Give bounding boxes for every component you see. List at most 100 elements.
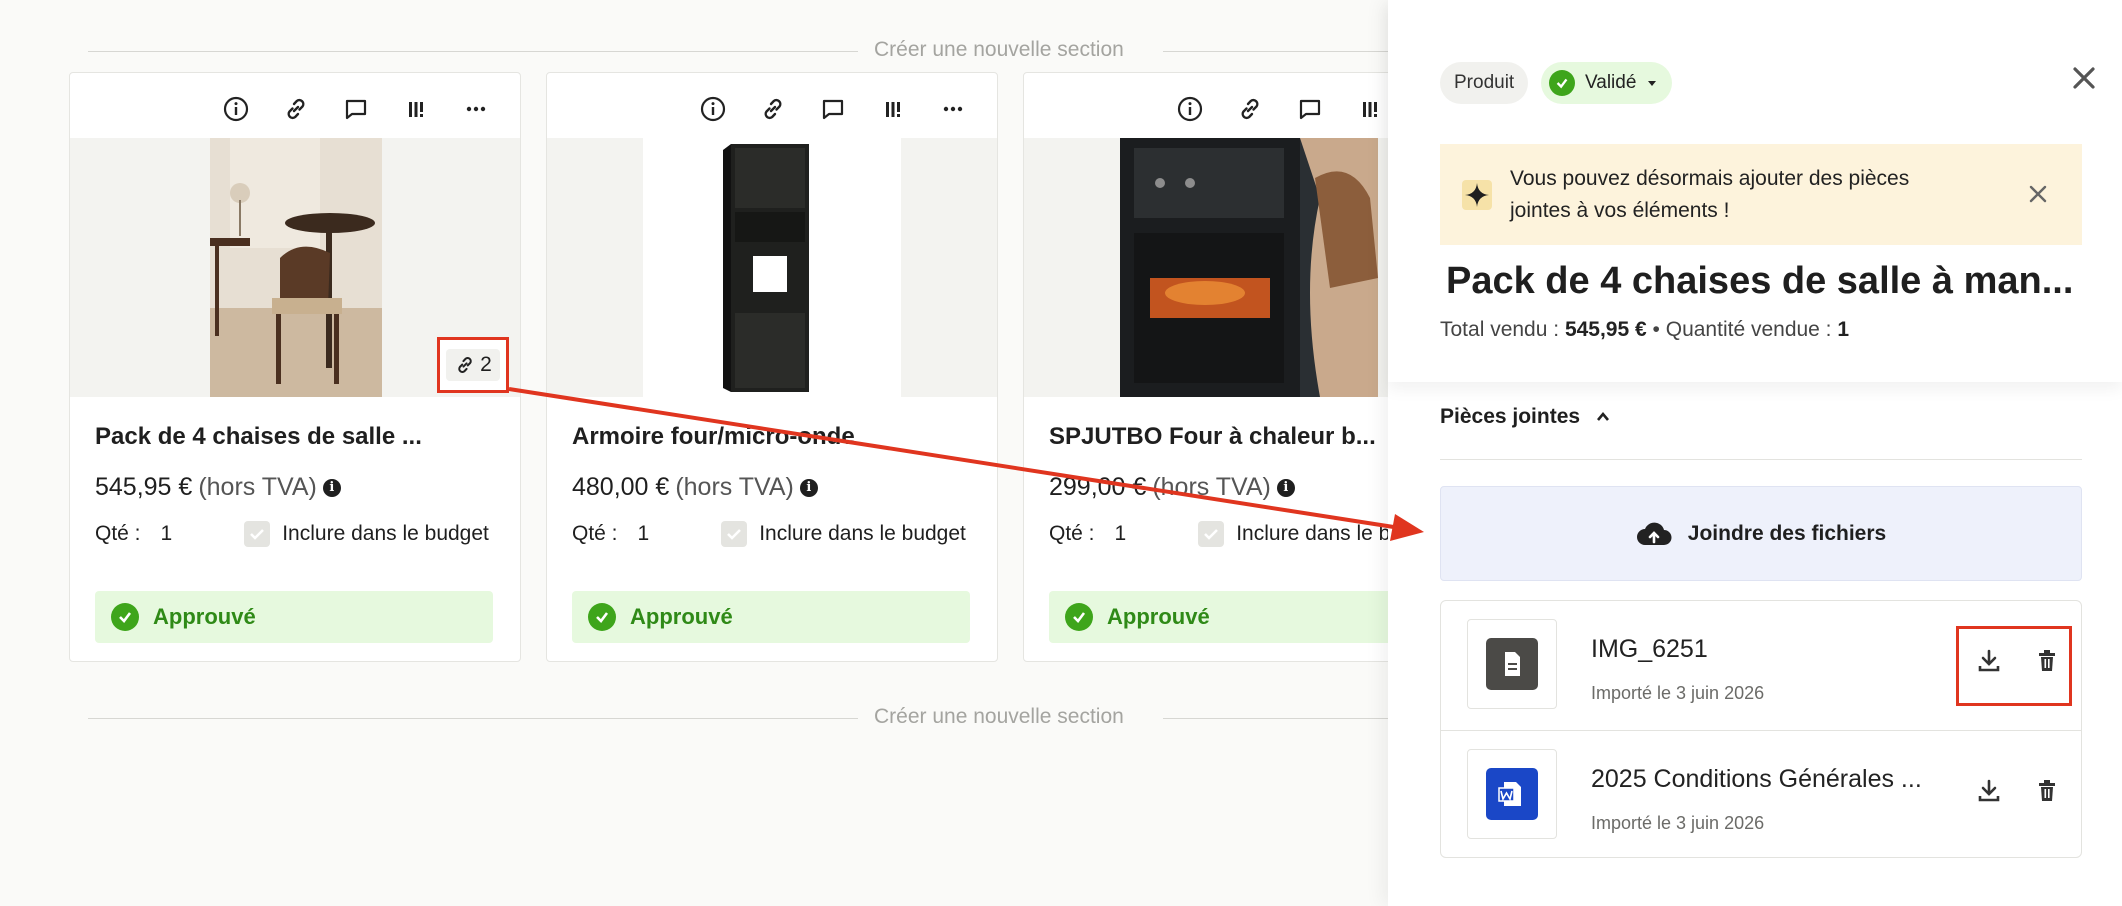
comment-icon[interactable] <box>1280 91 1340 127</box>
attachment-count-badge[interactable]: 2 <box>437 337 509 393</box>
product-image <box>210 138 382 397</box>
upload-label: Joindre des fichiers <box>1687 521 1887 545</box>
close-icon[interactable] <box>2066 60 2102 96</box>
more-options-icon[interactable] <box>446 91 506 127</box>
upload-files-button[interactable]: Joindre des fichiers <box>1440 486 2082 581</box>
banner-text: Vous pouvez désormais ajouter des pièces… <box>1510 166 1910 222</box>
budget-checkbox[interactable] <box>244 521 271 547</box>
qty-value[interactable]: 1 <box>161 522 173 546</box>
separator: • <box>1652 318 1660 341</box>
document-icon <box>1486 638 1538 690</box>
product-price: 299,00 € (hors TVA) i <box>1049 473 1295 502</box>
qty-label: Qté : <box>572 522 618 545</box>
download-icon[interactable] <box>1975 777 2003 805</box>
check-circle-icon <box>1549 70 1575 96</box>
price-value: 299,00 € <box>1049 473 1147 501</box>
checkmark-icon <box>250 529 265 540</box>
file-date: Importé le 3 juin 2026 <box>1591 683 1765 703</box>
type-chip: Produit <box>1440 62 1529 104</box>
new-section-label[interactable]: Créer une nouvelle section <box>874 38 1124 62</box>
caret-down-icon <box>1648 81 1657 86</box>
tax-note: (hors TVA) <box>1152 473 1271 501</box>
panel-header: Produit Validé Vous pouvez désormais ajo… <box>1388 0 2122 382</box>
check-circle-icon <box>588 603 616 631</box>
card-toolbar <box>683 91 983 127</box>
new-section-divider-top[interactable]: Créer une nouvelle section <box>88 38 1388 66</box>
more-options-icon[interactable] <box>923 91 983 127</box>
file-actions <box>1975 777 2061 805</box>
dismiss-banner-icon[interactable] <box>2024 180 2052 208</box>
trash-icon[interactable] <box>2033 777 2061 805</box>
product-image <box>643 138 901 397</box>
product-price: 545,95 € (hors TVA) i <box>95 473 341 502</box>
tax-note: (hors TVA) <box>198 473 317 501</box>
product-image <box>1120 138 1378 397</box>
budget-checkbox[interactable] <box>1198 521 1225 547</box>
budget-label: Inclure dans le budget <box>282 522 489 545</box>
status-label: Approuvé <box>153 604 256 629</box>
word-icon <box>1486 768 1538 820</box>
qty-label: Qté : <box>95 522 141 545</box>
budget-label: Inclure dans le budget <box>759 522 966 545</box>
qty-label: Qté : <box>1049 522 1095 545</box>
priority-icon[interactable] <box>386 91 446 127</box>
status-chip-label: Validé <box>1585 72 1637 93</box>
product-image-area[interactable] <box>547 138 997 397</box>
attachments-toggle[interactable]: Pièces jointes <box>1440 405 1612 429</box>
info-icon[interactable] <box>1160 91 1220 127</box>
checkmark-icon <box>727 529 742 540</box>
product-title[interactable]: Armoire four/micro-onde <box>572 423 855 451</box>
link-icon[interactable] <box>266 91 326 127</box>
list-item[interactable]: 2025 Conditions Générales ... Importé le… <box>1441 730 2081 858</box>
chevron-up-icon <box>1597 411 1610 421</box>
product-card[interactable]: Armoire four/micro-onde 480,00 € (hors T… <box>546 72 998 662</box>
priority-icon[interactable] <box>863 91 923 127</box>
info-icon[interactable]: i <box>1276 478 1295 497</box>
comment-icon[interactable] <box>326 91 386 127</box>
tax-note: (hors TVA) <box>675 473 794 501</box>
status-dropdown[interactable]: Validé <box>1541 62 1673 104</box>
file-name[interactable]: IMG_6251 <box>1591 635 1708 664</box>
quantity-row: Qté : 1 Inclure dans le budget <box>95 521 500 547</box>
link-icon[interactable] <box>743 91 803 127</box>
annotation-highlight-box <box>1956 626 2072 706</box>
status-label: Approuvé <box>1107 604 1210 629</box>
check-circle-icon <box>1065 603 1093 631</box>
product-title[interactable]: SPJUTBO Four à chaleur b... <box>1049 423 1376 451</box>
budget-label: Inclure dans le b <box>1236 522 1391 545</box>
file-name[interactable]: 2025 Conditions Générales ... <box>1591 765 1922 794</box>
qty-sold-value: 1 <box>1837 318 1850 341</box>
price-value: 480,00 € <box>572 473 670 501</box>
info-icon[interactable]: i <box>322 478 341 497</box>
check-circle-icon <box>111 603 139 631</box>
budget-checkbox[interactable] <box>721 521 748 547</box>
attachment-count: 2 <box>480 353 492 376</box>
status-approved[interactable]: Approuvé <box>572 591 970 643</box>
divider <box>1440 459 2082 460</box>
panel-title: Pack de 4 chaises de salle à man... <box>1446 260 2074 302</box>
qty-sold-label: Quantité vendue : <box>1665 318 1832 341</box>
info-icon[interactable]: i <box>799 478 818 497</box>
info-icon[interactable] <box>206 91 266 127</box>
card-toolbar <box>206 91 506 127</box>
qty-value[interactable]: 1 <box>1115 522 1127 546</box>
sales-summary: Total vendu : 545,95 € • Quantité vendue… <box>1440 318 1849 342</box>
qty-value[interactable]: 1 <box>638 522 650 546</box>
total-value: 545,95 € <box>1564 318 1647 341</box>
file-thumbnail <box>1467 749 1557 839</box>
link-icon[interactable] <box>1220 91 1280 127</box>
info-banner: Vous pouvez désormais ajouter des pièces… <box>1440 144 2082 245</box>
file-thumbnail <box>1467 619 1557 709</box>
product-price: 480,00 € (hors TVA) i <box>572 473 818 502</box>
comment-icon[interactable] <box>803 91 863 127</box>
file-date: Importé le 3 juin 2026 <box>1591 813 1765 833</box>
product-title[interactable]: Pack de 4 chaises de salle ... <box>95 423 422 451</box>
price-value: 545,95 € <box>95 473 193 501</box>
new-section-divider-bottom[interactable]: Créer une nouvelle section <box>88 705 1388 733</box>
status-approved[interactable]: Approuvé <box>95 591 493 643</box>
new-section-label[interactable]: Créer une nouvelle section <box>874 705 1124 729</box>
info-icon[interactable] <box>683 91 743 127</box>
cloud-upload-icon <box>1636 522 1672 545</box>
quantity-row: Qté : 1 Inclure dans le budget <box>572 521 977 547</box>
total-label: Total vendu : <box>1440 318 1560 341</box>
